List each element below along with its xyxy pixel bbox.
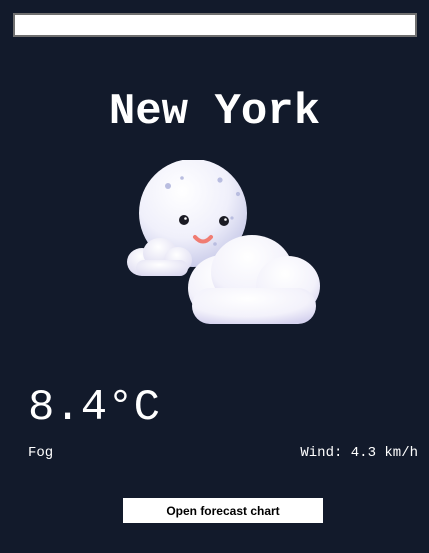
wind-speed: Wind: 4.3 km/h [300,445,418,461]
temperature-value: 8.4°C [28,383,161,433]
weather-condition: Fog [28,445,54,461]
open-forecast-chart-button[interactable]: Open forecast chart [123,498,323,523]
city-name: New York [108,87,321,137]
moon-with-clouds-icon [120,159,330,335]
city-search-input[interactable] [13,13,417,37]
